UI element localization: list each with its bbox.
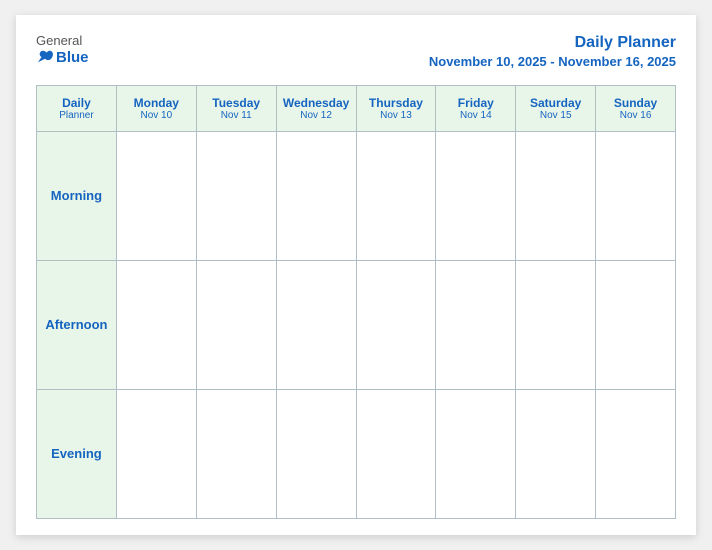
label-morning: Morning: [37, 131, 117, 260]
label-afternoon: Afternoon: [37, 260, 117, 389]
cell-morning-friday[interactable]: [436, 131, 516, 260]
col-header-friday: Friday Nov 14: [436, 85, 516, 131]
cell-evening-thursday[interactable]: [356, 389, 436, 518]
cell-afternoon-monday[interactable]: [116, 260, 196, 389]
col-header-sunday: Sunday Nov 16: [596, 85, 676, 131]
col-header-thursday: Thursday Nov 13: [356, 85, 436, 131]
header: General Blue Daily Planner November 10, …: [36, 33, 676, 71]
cell-evening-saturday[interactable]: [516, 389, 596, 518]
cell-morning-wednesday[interactable]: [276, 131, 356, 260]
planner-dates: November 10, 2025 - November 16, 2025: [429, 54, 676, 71]
col-header-saturday: Saturday Nov 15: [516, 85, 596, 131]
row-morning: Morning: [37, 131, 676, 260]
cell-morning-sunday[interactable]: [596, 131, 676, 260]
page: General Blue Daily Planner November 10, …: [16, 15, 696, 535]
logo-area: General Blue: [36, 33, 89, 66]
cell-afternoon-friday[interactable]: [436, 260, 516, 389]
label-evening: Evening: [37, 389, 117, 518]
cell-morning-tuesday[interactable]: [196, 131, 276, 260]
col-header-monday: Monday Nov 10: [116, 85, 196, 131]
cell-evening-sunday[interactable]: [596, 389, 676, 518]
row-afternoon: Afternoon: [37, 260, 676, 389]
calendar-table: Daily Planner Monday Nov 10 Tuesday Nov …: [36, 85, 676, 519]
col-header-wednesday: Wednesday Nov 12: [276, 85, 356, 131]
cell-morning-thursday[interactable]: [356, 131, 436, 260]
cell-afternoon-wednesday[interactable]: [276, 260, 356, 389]
cell-morning-monday[interactable]: [116, 131, 196, 260]
cell-afternoon-thursday[interactable]: [356, 260, 436, 389]
cell-evening-monday[interactable]: [116, 389, 196, 518]
col-header-tuesday: Tuesday Nov 11: [196, 85, 276, 131]
logo-blue-text: Blue: [36, 49, 89, 66]
title-area: Daily Planner November 10, 2025 - Novemb…: [429, 33, 676, 71]
cell-afternoon-sunday[interactable]: [596, 260, 676, 389]
cell-evening-friday[interactable]: [436, 389, 516, 518]
planner-title: Daily Planner: [429, 33, 676, 54]
header-row: Daily Planner Monday Nov 10 Tuesday Nov …: [37, 85, 676, 131]
logo-general-text: General: [36, 33, 82, 49]
col-header-daily-planner: Daily Planner: [37, 85, 117, 131]
logo-bird-icon: [36, 50, 54, 64]
cell-evening-tuesday[interactable]: [196, 389, 276, 518]
cell-morning-saturday[interactable]: [516, 131, 596, 260]
row-evening: Evening: [37, 389, 676, 518]
cell-afternoon-saturday[interactable]: [516, 260, 596, 389]
cell-evening-wednesday[interactable]: [276, 389, 356, 518]
cell-afternoon-tuesday[interactable]: [196, 260, 276, 389]
